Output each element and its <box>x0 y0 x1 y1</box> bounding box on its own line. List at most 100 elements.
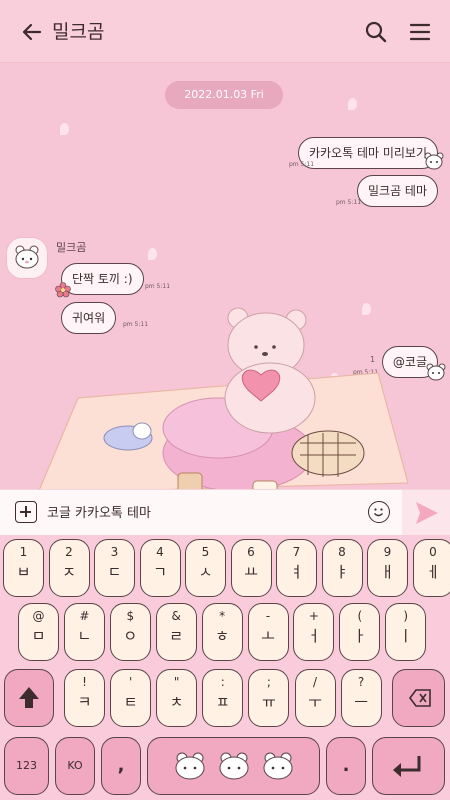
message-time: pm 5:11 <box>336 199 362 206</box>
symbols-key[interactable]: 123 <box>4 737 49 795</box>
key-ㅋ[interactable]: ! ㅋ <box>64 669 105 727</box>
key-ㅐ[interactable]: 9ㅐ <box>367 539 408 597</box>
key-secondary-label: 3 <box>110 545 119 559</box>
key-ㅕ[interactable]: 7ㅕ <box>276 539 317 597</box>
key-primary-label: ㅔ <box>426 563 440 581</box>
key-ㅊ[interactable]: " ㅊ <box>156 669 198 727</box>
key-primary-label: ㅐ <box>380 563 395 581</box>
key-secondary-label: 0 <box>429 545 437 559</box>
key-ㅅ[interactable]: 5ㅅ <box>185 539 226 597</box>
incoming-message[interactable]: 단짝 토끼 :) <box>61 263 144 295</box>
key-secondary-label: 1 <box>19 545 28 559</box>
header: 밀크곰 <box>0 0 450 63</box>
flower-sticker-icon <box>55 282 71 298</box>
key-ㅍ[interactable]: :ㅍ <box>202 669 244 727</box>
key-ㅁ[interactable]: @ ㅁ <box>18 603 59 661</box>
key-secondary-label: 4 <box>156 545 164 559</box>
language-key[interactable]: KO <box>55 737 95 795</box>
key-primary-label: ㄷ <box>107 563 122 581</box>
shift-key[interactable] <box>4 669 54 727</box>
key-secondary-label: # <box>79 609 90 623</box>
key-ㅛ[interactable]: 6ㅛ <box>230 539 272 597</box>
chat-title: 밀크곰 <box>52 21 105 43</box>
emoji-icon[interactable] <box>368 501 390 523</box>
key-secondary-label: : <box>220 675 225 689</box>
bear-sticker-icon <box>426 363 446 381</box>
message-time: pm 5:11 <box>289 161 315 168</box>
key-primary-label: ㅇ <box>123 627 138 645</box>
key-primary-label: ㅗ <box>261 627 275 645</box>
key-ㅜ[interactable]: / ㅜ <box>294 669 336 727</box>
sender-name: 밀크곰 <box>56 241 87 254</box>
key-primary-label: ㅋ <box>77 693 92 711</box>
key-secondary-label: ) <box>403 609 409 623</box>
key-secondary-label: & <box>171 609 181 623</box>
key-primary-label: ㅈ <box>62 563 76 581</box>
chat-area[interactable]: 2022.01.03 Fri 카카오톡 테마 미리보기 pm 5:11 밀크곰 … <box>0 63 450 489</box>
key-ㅗ[interactable]: -ㅗ <box>247 603 289 661</box>
backspace-key[interactable] <box>392 669 445 727</box>
key-secondary-label: ' <box>128 675 133 689</box>
send-button[interactable] <box>402 490 450 536</box>
space-key[interactable] <box>147 737 320 795</box>
comma-key[interactable]: , <box>101 737 141 795</box>
key-primary-label: ㅜ <box>308 693 322 711</box>
back-arrow-icon[interactable] <box>18 18 46 46</box>
key-primary-label: ㅍ <box>215 693 230 711</box>
key-secondary-label: 7 <box>292 545 301 559</box>
key-secondary-label: $ <box>126 609 135 623</box>
key-primary-label: ㅊ <box>169 693 184 711</box>
enter-key[interactable] <box>372 737 445 795</box>
avatar[interactable] <box>6 237 48 279</box>
key-primary-label: ㄴ <box>77 627 92 645</box>
bear-picnic-illustration <box>38 303 409 489</box>
key-ㅑ[interactable]: 8ㅑ <box>321 539 363 597</box>
petal-decoration <box>60 123 69 135</box>
key-secondary-label: ; <box>266 675 271 689</box>
key-ㅣ[interactable]: ) ㅣ <box>385 603 427 661</box>
key-secondary-label: 9 <box>383 545 392 559</box>
key-secondary-label: / <box>312 675 318 689</box>
key-primary-label: ㄹ <box>169 627 184 645</box>
outgoing-message[interactable]: 카카오톡 테마 미리보기 <box>297 137 438 169</box>
search-icon[interactable] <box>362 18 390 46</box>
outgoing-message[interactable]: 밀크곰 테마 <box>356 175 438 207</box>
menu-icon[interactable] <box>406 18 434 46</box>
plus-icon[interactable] <box>15 501 37 523</box>
key-primary-label: ㅅ <box>198 563 213 581</box>
key-ㄱ[interactable]: 4ㄱ <box>139 539 181 597</box>
key-secondary-label: 8 <box>338 545 346 559</box>
key-secondary-label: 6 <box>247 545 255 559</box>
key-secondary-label: ( <box>357 609 363 623</box>
date-divider: 2022.01.03 Fri <box>165 81 283 109</box>
key-primary-label: ㅓ <box>306 627 321 645</box>
period-key[interactable]: . <box>326 737 366 795</box>
key-primary-label: ㅣ <box>398 627 413 645</box>
key-ㅌ[interactable]: ' ㅌ <box>110 669 152 727</box>
key-ㅡ[interactable]: ? ㅡ <box>340 669 382 727</box>
key-ㅓ[interactable]: + ㅓ <box>293 603 335 661</box>
key-secondary-label: ! <box>82 675 87 689</box>
key-ㄴ[interactable]: # ㄴ <box>63 603 105 661</box>
key-ㅠ[interactable]: ; ㅠ <box>248 669 290 727</box>
message-input-bar: 코글 카카오톡 테마 <box>0 489 450 536</box>
key-secondary-label: @ <box>32 609 45 623</box>
petal-decoration <box>148 248 157 260</box>
key-ㅇ[interactable]: $ ㅇ <box>109 603 151 661</box>
key-primary-label: ㅕ <box>289 563 304 581</box>
key-ㅂ[interactable]: 1ㅂ <box>3 539 44 597</box>
key-secondary-label: + <box>308 609 319 623</box>
key-primary-label: ㅠ <box>261 693 276 711</box>
key-secondary-label: " <box>173 675 180 689</box>
message-input[interactable]: 코글 카카오톡 테마 <box>47 502 151 521</box>
key-secondary-label: * <box>219 609 226 623</box>
key-primary-label: ㅂ <box>16 563 31 581</box>
key-ㅔ[interactable]: 0ㅔ <box>412 539 450 597</box>
key-ㄹ[interactable]: & ㄹ <box>155 603 197 661</box>
key-ㅈ[interactable]: 2ㅈ <box>48 539 90 597</box>
key-ㅎ[interactable]: * ㅎ <box>201 603 243 661</box>
key-ㅏ[interactable]: (ㅏ <box>339 603 381 661</box>
message-time: pm 5:11 <box>145 283 171 290</box>
key-primary-label: ㅡ <box>354 693 368 711</box>
key-ㄷ[interactable]: 3ㄷ <box>94 539 135 597</box>
